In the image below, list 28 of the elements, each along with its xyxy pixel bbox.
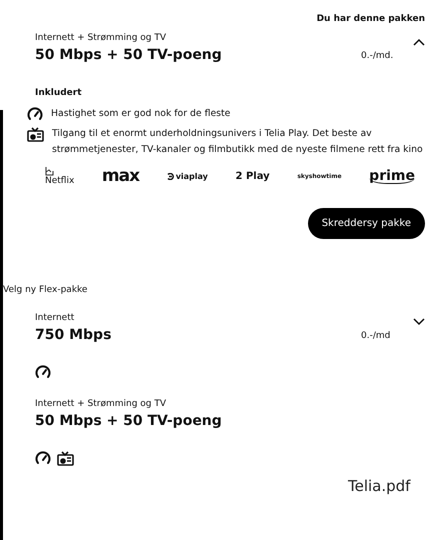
tv-icon [57, 451, 74, 466]
package-price: 0.-/md. [361, 50, 394, 60]
current-package-label: Du har denne pakken [316, 13, 426, 24]
logo-text: Netflix [45, 176, 74, 186]
customize-package-button[interactable]: Skreddersy pakke [308, 208, 425, 239]
max-logo: max [102, 166, 140, 186]
package-price: 0.-/md [361, 330, 392, 340]
package-category: Internett + Strømming og TV [35, 32, 168, 45]
chevron-up-icon[interactable] [413, 38, 425, 46]
tv-icon [27, 127, 44, 142]
feature-text: Hastighet som er god nok for de fleste [51, 107, 230, 121]
speedometer-icon [35, 451, 51, 465]
broken-image-icon [45, 166, 54, 176]
package-name: 50 Mbps + 50 TV-poeng [35, 46, 223, 65]
play-logo: 2 Play [236, 170, 270, 182]
prime-logo: prime [369, 168, 415, 184]
section-heading: Velg ny Flex-pakke [3, 285, 88, 295]
package-name: 750 Mbps [35, 326, 112, 345]
section-heading: Inkludert [35, 88, 83, 98]
speedometer-icon [27, 107, 43, 121]
speedometer-icon [35, 365, 51, 379]
viaplay-logo: viaplay [166, 172, 208, 180]
chevron-down-icon[interactable] [413, 318, 425, 326]
file-name-label: Telia.pdf [348, 477, 410, 495]
package-name: 50 Mbps + 50 TV-poeng [35, 412, 223, 431]
package-category: Internett + Strømming og TV [35, 398, 168, 411]
package-category: Internett [35, 312, 76, 325]
feature-text: Tilgang til et enormt underholdningsunivers i Telia Play. Det beste av strømmetjenester, TV-kanaler og filmbutikk med de nyeste filmene rett fra kino [52, 127, 424, 157]
